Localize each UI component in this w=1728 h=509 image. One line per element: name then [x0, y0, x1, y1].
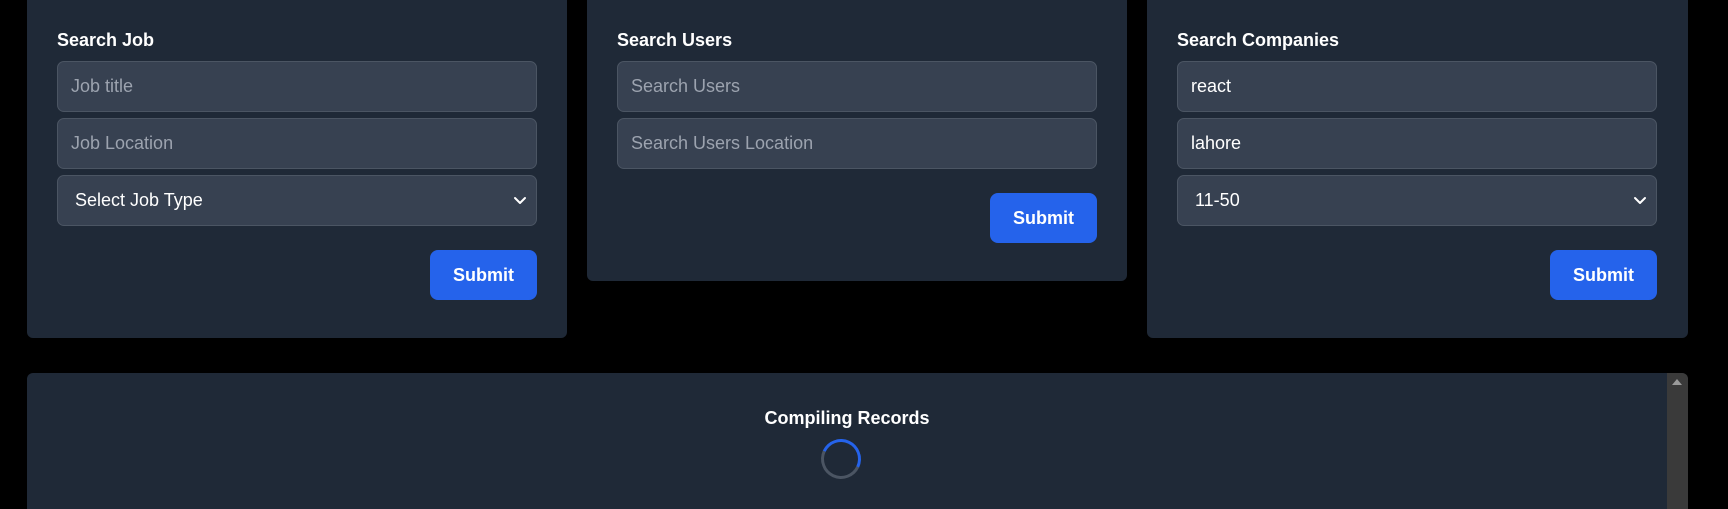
job-location-input[interactable]: Job Location: [57, 118, 537, 169]
search-companies-submit-button[interactable]: Submit: [1550, 250, 1657, 300]
results-content: Compiling Records: [27, 373, 1667, 509]
spinner-icon: [815, 433, 867, 485]
search-users-title: Search Users: [617, 30, 733, 50]
search-companies-title: Search Companies: [1177, 30, 1340, 50]
search-job-submit-button[interactable]: Submit: [430, 250, 537, 300]
job-type-select[interactable]: Select Job Type: [57, 175, 537, 226]
job-type-selected-value: Select Job Type: [75, 190, 203, 210]
search-users-placeholder: Search Users: [631, 76, 741, 96]
search-job-card: Search Job Job title Job Location Select…: [27, 0, 567, 338]
search-companies-actions: Submit: [1177, 250, 1657, 300]
job-title-input[interactable]: Job title: [57, 61, 537, 112]
compiling-status-text: Compiling Records: [764, 408, 930, 428]
search-users-actions: Submit: [617, 193, 1097, 243]
job-title-placeholder: Job title: [71, 76, 134, 96]
scroll-up-arrow-icon[interactable]: [1672, 379, 1682, 385]
search-users-input[interactable]: Search Users: [617, 61, 1097, 112]
search-companies-card: Search Companies react lahore 11-50 Subm…: [1147, 0, 1688, 338]
company-query-value: react: [1191, 76, 1232, 96]
search-users-location-input[interactable]: Search Users Location: [617, 118, 1097, 169]
chevron-down-icon: [1634, 196, 1646, 204]
company-query-input[interactable]: react: [1177, 61, 1657, 112]
results-scrollbar[interactable]: [1667, 373, 1688, 509]
company-location-input[interactable]: lahore: [1177, 118, 1657, 169]
results-panel: Compiling Records: [27, 373, 1688, 509]
search-job-title: Search Job: [57, 30, 155, 50]
company-location-value: lahore: [1191, 133, 1242, 153]
search-job-actions: Submit: [57, 250, 537, 300]
job-location-placeholder: Job Location: [71, 133, 174, 153]
chevron-down-icon: [514, 196, 526, 204]
page: Search Job Job title Job Location Select…: [0, 0, 1728, 509]
search-users-submit-button[interactable]: Submit: [990, 193, 1097, 243]
search-users-location-placeholder: Search Users Location: [631, 133, 814, 153]
company-size-selected-value: 11-50: [1195, 190, 1240, 210]
company-size-select[interactable]: 11-50: [1177, 175, 1657, 226]
search-users-card: Search Users Search Users Search Users L…: [587, 0, 1127, 281]
